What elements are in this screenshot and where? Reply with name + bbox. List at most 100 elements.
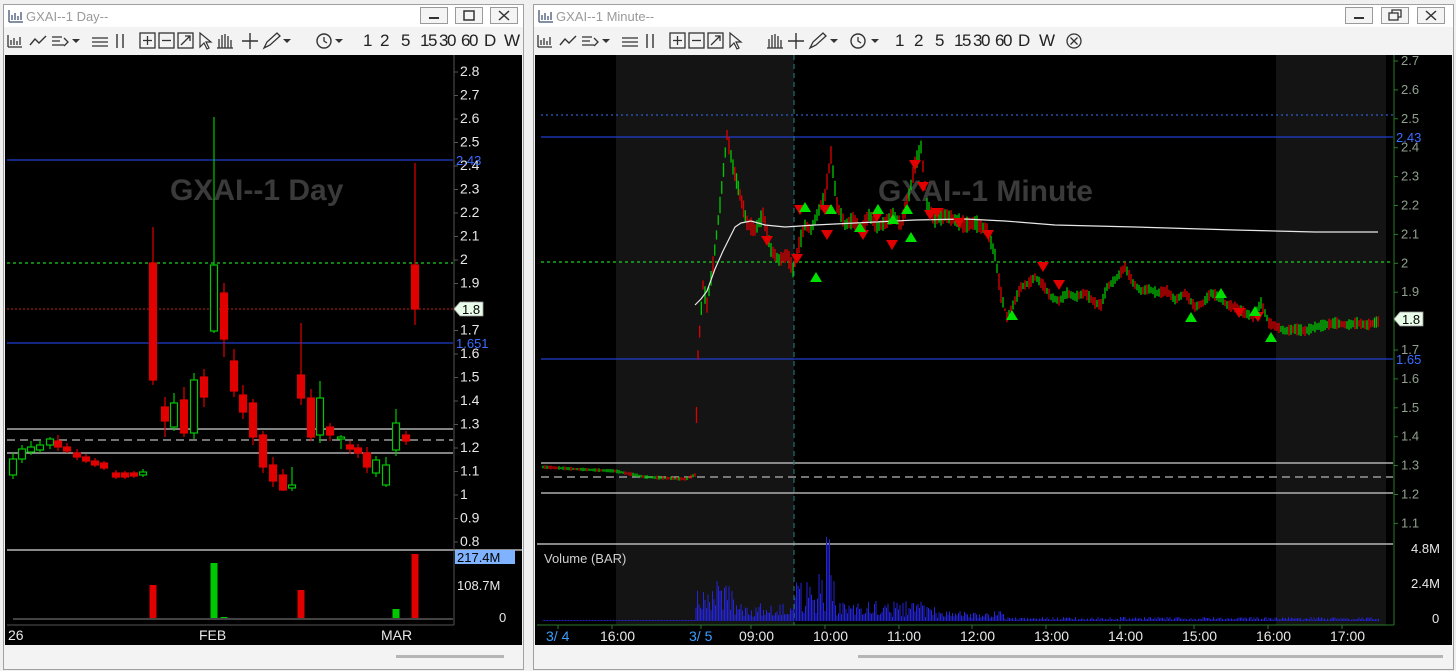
maximize-button[interactable] [455, 7, 483, 24]
period-1-button[interactable]: 1 [363, 32, 372, 50]
period-w-button[interactable]: W [1039, 32, 1055, 50]
cursor-icon[interactable] [729, 31, 743, 50]
pencil-icon[interactable] [808, 32, 838, 50]
minimize-button[interactable] [420, 7, 448, 24]
price-tick-label: 1.4 [1401, 429, 1419, 444]
candles [8, 117, 420, 491]
zoom-fit-icon[interactable] [177, 32, 194, 49]
zoom-fit-icon[interactable] [707, 32, 724, 49]
period-2-button[interactable]: 2 [914, 32, 923, 50]
price-tick-label: 1.1 [1401, 515, 1419, 530]
dropdown-icon[interactable] [602, 39, 610, 43]
candle-body [160, 406, 170, 422]
pencil-icon[interactable] [262, 32, 291, 50]
period-30-button[interactable]: 30 [973, 32, 990, 50]
volume-zero-label: 0 [499, 610, 506, 625]
chart-type-icon[interactable] [7, 35, 22, 48]
svg-text:1.8: 1.8 [1402, 312, 1420, 327]
sell-signal-marker [821, 230, 833, 240]
period-60-button[interactable]: 60 [461, 32, 478, 50]
buy-signal-marker [1185, 312, 1197, 322]
time-label: 12:00 [960, 628, 995, 644]
window-title: GXAI--1 Day-- [26, 9, 109, 24]
period-1-button[interactable]: 1 [895, 32, 904, 50]
candle-body [336, 436, 346, 440]
period-2-button[interactable]: 2 [380, 32, 389, 50]
zoom-in-icon[interactable] [669, 32, 686, 49]
title-bar: GXAI--1 Minute-- [534, 5, 1453, 27]
horizontal-lines-icon[interactable] [92, 37, 108, 47]
buy-signal-marker [1265, 332, 1277, 342]
volume-baseline [13, 618, 453, 620]
hand-icon[interactable] [767, 34, 783, 49]
price-tick-label: 2.2 [1401, 198, 1419, 213]
price-tick-label: 1.2 [1401, 487, 1419, 502]
time-label: 3/ 4 [546, 628, 570, 644]
period-30-button[interactable]: 30 [439, 32, 456, 50]
candle-body [325, 426, 335, 436]
clock-icon[interactable] [316, 33, 343, 49]
line-chart-icon[interactable] [559, 35, 577, 46]
candle-body [258, 434, 268, 468]
vertical-lines-icon[interactable] [646, 34, 654, 48]
period-5-button[interactable]: 5 [935, 32, 944, 50]
horizontal-lines-icon[interactable] [622, 37, 638, 47]
crosshair-icon[interactable] [242, 33, 258, 49]
time-label: 16:00 [1256, 628, 1291, 644]
period-15-button[interactable]: 15 [420, 32, 437, 50]
daily-chart-area[interactable]: GXAI--1 Day 2.8 2.7 2.6 2.5 2.4 2.3 2.2 2.1 2 1.9… [5, 55, 522, 645]
study-icon[interactable] [52, 36, 69, 47]
candle-body [345, 444, 355, 450]
zoom-out-icon[interactable] [688, 32, 705, 49]
dropdown-icon[interactable] [72, 39, 80, 43]
price-tick-label: 2.5 [1401, 111, 1419, 126]
minute-chart-area[interactable]: GXAI--1 Minute Volume (BAR) 2.7 2.6 2.5 2.4… [535, 55, 1452, 645]
vertical-lines-icon[interactable] [116, 34, 124, 48]
toolbar-icons [7, 31, 343, 50]
volume-pane-title: Volume (BAR) [544, 551, 626, 566]
time-label: 17:00 [1330, 628, 1365, 644]
time-label: 3/ 5 [689, 628, 713, 644]
candle-body [371, 459, 381, 474]
period-d-button[interactable]: D [484, 32, 496, 50]
close-icon [498, 10, 510, 21]
hand-icon[interactable] [217, 34, 233, 49]
time-axis: 3/ 4 16:00 3/ 5 09:00 10:00 11:00 12:00 13:00 14… [546, 625, 1365, 644]
period-5-button[interactable]: 5 [401, 32, 410, 50]
maximize-button[interactable] [1381, 7, 1409, 24]
period-15-button[interactable]: 15 [954, 32, 971, 50]
candle-body [90, 460, 100, 466]
price-tick-label: 1.2 [460, 439, 480, 455]
candle-body [401, 434, 411, 442]
period-w-button[interactable]: W [504, 32, 520, 50]
study-icon[interactable] [582, 36, 599, 47]
candle-body [179, 399, 189, 434]
crosshair-icon[interactable] [788, 33, 804, 49]
candle-body [17, 448, 27, 460]
volume-bar [411, 554, 419, 620]
candle-body [99, 462, 109, 469]
minute-chart-window: GXAI--1 Minute-- 1 2 5 15 30 60 D W GXAI… [533, 4, 1454, 670]
daily-chart-window: GXAI--1 Day-- 1 2 5 15 30 60 D W GXAI--1… [3, 4, 524, 670]
chart-type-icon[interactable] [537, 35, 552, 48]
candle-body [315, 397, 325, 436]
close-button[interactable] [490, 7, 518, 24]
candle-body [120, 472, 130, 478]
time-label: 09:00 [739, 628, 774, 644]
close-button[interactable] [1417, 7, 1445, 24]
cursor-icon[interactable] [199, 31, 213, 50]
clock-icon[interactable] [850, 33, 879, 49]
line-chart-icon[interactable] [29, 35, 47, 46]
zoom-out-icon[interactable] [158, 32, 175, 49]
close-circle-icon[interactable] [1065, 32, 1083, 50]
period-d-button[interactable]: D [1018, 32, 1030, 50]
zoom-in-icon[interactable] [139, 32, 156, 49]
horizontal-scrollbar[interactable] [396, 655, 504, 658]
chart-app-icon [8, 10, 23, 23]
price-tick-label: 1.6 [1401, 371, 1419, 386]
volume-mid-label: 108.7M [457, 578, 500, 593]
minimize-button[interactable] [1345, 7, 1373, 24]
time-label: 11:00 [887, 628, 921, 644]
horizontal-scrollbar[interactable] [858, 655, 1443, 658]
period-60-button[interactable]: 60 [995, 32, 1012, 50]
